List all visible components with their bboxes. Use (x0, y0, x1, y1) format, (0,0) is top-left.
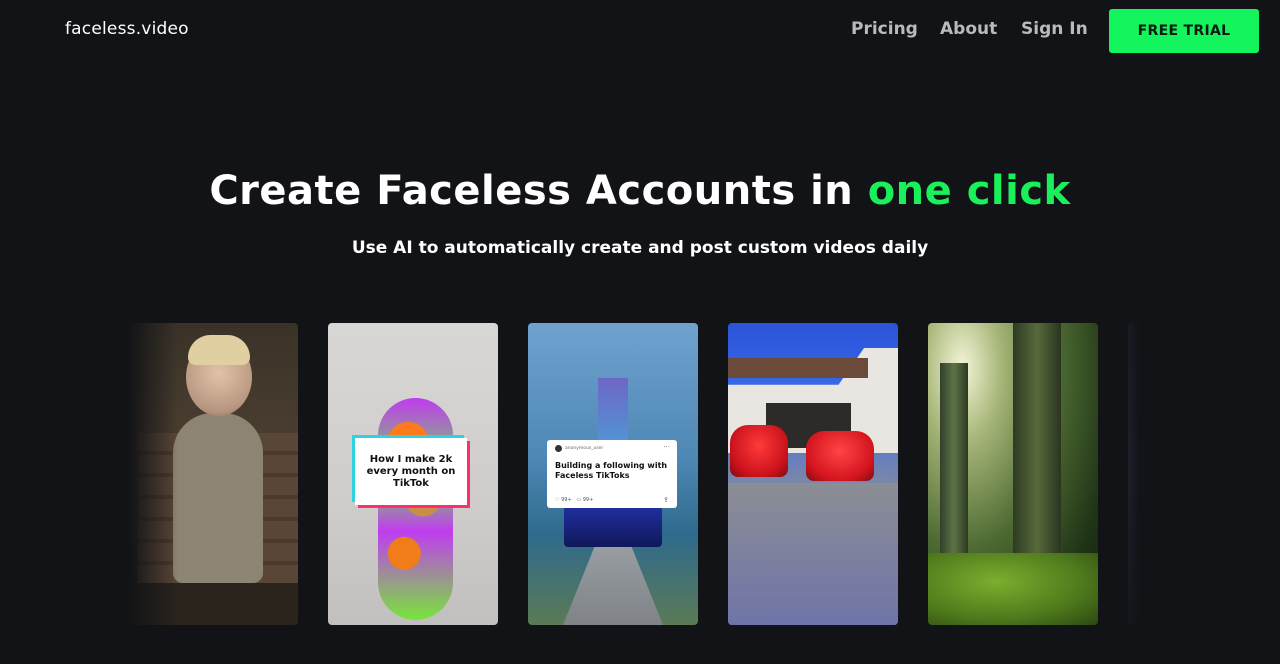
comment-icon: ▭ (576, 497, 582, 503)
avatar (555, 445, 562, 452)
tweet-username: anonymous_user (565, 446, 604, 451)
share-icon: ⇪ (663, 496, 669, 504)
driveway (728, 483, 898, 625)
tweet-stats: ♡ 99+ ▭ 99+ (555, 497, 593, 503)
tweet-card: anonymous_user ··· Building a following … (547, 440, 677, 508)
ramp-base (563, 538, 663, 625)
hero-title: Create Faceless Accounts in one click (0, 168, 1280, 214)
heart-icon: ♡ (555, 497, 560, 503)
video-card-forest[interactable] (928, 323, 1098, 625)
red-car-left (730, 425, 788, 477)
house-roof (728, 358, 868, 378)
child-figure (173, 413, 263, 583)
nav-link-about[interactable]: About (940, 19, 997, 39)
card-floor (128, 583, 298, 625)
red-car-right (806, 431, 874, 481)
moss-ground (928, 553, 1098, 625)
tweet-comments: 99+ (582, 497, 594, 503)
sock-image (378, 398, 453, 620)
tweet-likes: 99+ (561, 497, 572, 503)
more-icon: ··· (663, 443, 670, 451)
top-nav: faceless.video Pricing About Sign In FRE… (0, 0, 1280, 62)
logo[interactable]: faceless.video (65, 19, 189, 39)
nav-link-sign-in[interactable]: Sign In (1021, 19, 1088, 39)
tweet-text: Building a following with Faceless TikTo… (555, 461, 668, 480)
video-card-ramp[interactable]: anonymous_user ··· Building a following … (528, 323, 698, 625)
tiktok-caption: How I make 2k every month on TikTok (355, 438, 467, 505)
video-carousel: How I make 2k every month on TikTok anon… (0, 323, 1280, 625)
video-card-sock[interactable]: How I make 2k every month on TikTok (328, 323, 498, 625)
video-card-child[interactable] (128, 323, 298, 625)
video-card-partial[interactable] (1128, 323, 1140, 625)
hero-title-main: Create Faceless Accounts in (209, 168, 868, 214)
free-trial-button[interactable]: FREE TRIAL (1109, 9, 1259, 53)
nav-link-pricing[interactable]: Pricing (851, 19, 918, 39)
video-card-house[interactable] (728, 323, 898, 625)
tweet-user: anonymous_user (555, 445, 669, 452)
hero-subtitle: Use AI to automatically create and post … (351, 238, 929, 258)
child-hair (188, 335, 250, 365)
hero-title-accent: one click (867, 168, 1071, 214)
